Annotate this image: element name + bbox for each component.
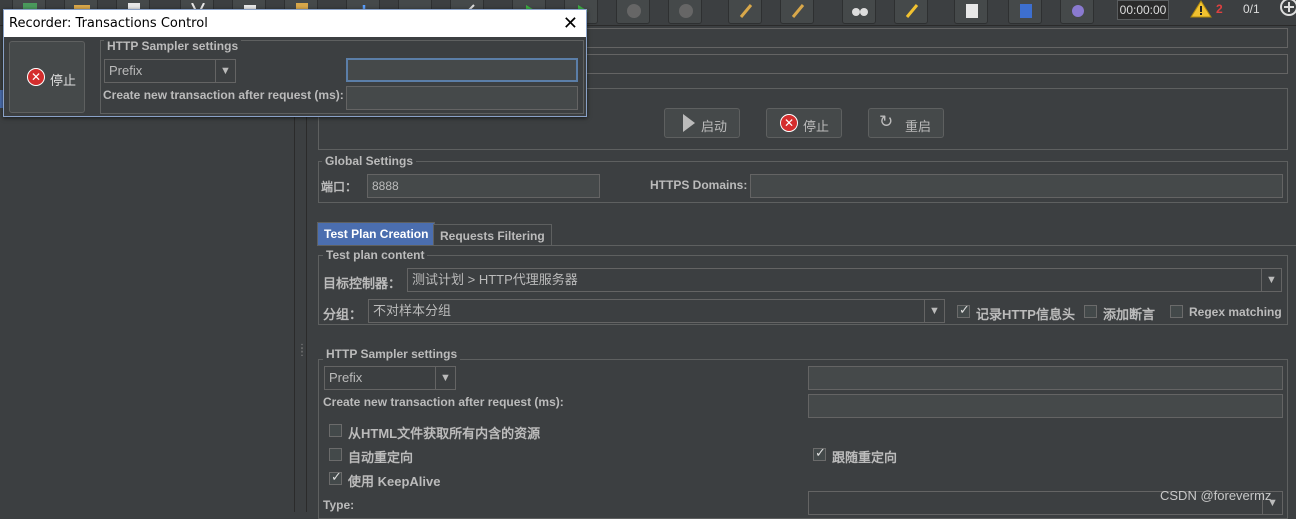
dialog-naming-scheme-select[interactable]: Prefix ▼	[104, 59, 236, 83]
target-controller-value: 测试计划 > HTTP代理服务器	[412, 272, 578, 287]
target-controller-label: 目标控制器：	[323, 276, 402, 291]
dialog-title: Recorder: Transactions Control	[9, 16, 208, 31]
transactions-control-dialog: Recorder: Transactions Control ✕ ✕ 停止 HT…	[3, 9, 587, 117]
expand-icon[interactable]	[1278, 0, 1296, 18]
auto-redirect-label: 自动重定向	[348, 450, 414, 465]
regex-matching-checkbox[interactable]	[1170, 305, 1183, 318]
clear-all-button[interactable]	[780, 0, 814, 24]
dialog-create-transaction-label: Create new transaction after request (ms…	[103, 88, 344, 102]
broom-icon	[791, 4, 805, 18]
naming-scheme-select[interactable]: Prefix ▼	[324, 366, 456, 390]
dialog-stop-label: 停止	[50, 73, 77, 88]
dialog-prefix-input[interactable]	[346, 58, 578, 82]
grouping-value: 不对样本分组	[373, 303, 452, 318]
clear-button[interactable]	[728, 0, 762, 24]
grouping-label: 分组：	[323, 307, 363, 322]
create-transaction-label: Create new transaction after request (ms…	[323, 395, 564, 409]
https-domains-input[interactable]	[750, 174, 1283, 198]
keepalive-checkbox[interactable]	[329, 469, 342, 485]
function-helper-button[interactable]	[954, 0, 988, 24]
shutdown-button[interactable]	[668, 0, 702, 24]
type-label: Type:	[323, 498, 355, 512]
follow-redirects-checkbox[interactable]	[813, 445, 826, 461]
http-sampler-settings-title: HTTP Sampler settings	[323, 347, 461, 361]
shutdown-gray-icon	[679, 4, 693, 18]
search-button[interactable]	[842, 0, 876, 24]
regex-matching-label: Regex matching	[1189, 305, 1282, 319]
broom-yellow-icon	[905, 4, 919, 18]
broom-icon	[739, 4, 753, 18]
keepalive-label: 使用 KeepAlive	[348, 474, 441, 489]
reset-search-button[interactable]	[894, 0, 928, 24]
divider-grip-icon: ⋮ ⋮	[297, 343, 307, 358]
test-plan-content-title: Test plan content	[323, 248, 428, 262]
remote-button[interactable]	[1060, 0, 1094, 24]
port-input[interactable]: 8888	[367, 174, 600, 198]
close-icon[interactable]: ✕	[563, 13, 578, 33]
dialog-stop-button[interactable]: ✕ 停止	[9, 41, 85, 113]
stop-label: 停止	[803, 119, 830, 134]
tab-underline	[317, 245, 1296, 246]
warning-count: 2	[1216, 2, 1223, 16]
help-book-icon	[1020, 4, 1032, 18]
dialog-group-title: HTTP Sampler settings	[104, 39, 242, 53]
restart-proxy-button[interactable]: ↻ 重启	[868, 108, 944, 138]
stop-icon: ✕	[27, 68, 45, 86]
tab-test-plan-creation[interactable]: Test Plan Creation	[317, 222, 436, 246]
auto-redirect-checkbox[interactable]	[329, 448, 342, 461]
start-label: 启动	[701, 119, 728, 134]
create-transaction-input[interactable]	[808, 394, 1283, 418]
target-controller-select[interactable]: 测试计划 > HTTP代理服务器 ▼	[407, 268, 1282, 292]
binoculars-icon	[852, 8, 868, 16]
elapsed-timer: 00:00:00	[1117, 0, 1169, 20]
dialog-create-transaction-input[interactable]	[346, 86, 578, 110]
warning-icon[interactable]	[1190, 0, 1212, 18]
stop-gray-icon	[627, 4, 641, 18]
restart-label: 重启	[905, 119, 932, 134]
stop-icon: ✕	[780, 114, 798, 132]
restart-icon: ↻	[879, 112, 894, 131]
port-label: 端口：	[321, 180, 358, 194]
help-button[interactable]	[1008, 0, 1042, 24]
chevron-down-icon: ▼	[435, 367, 455, 389]
play-icon	[683, 114, 695, 132]
chevron-down-icon: ▼	[1261, 269, 1281, 291]
remote-icon	[1072, 5, 1084, 17]
naming-scheme-value: Prefix	[329, 370, 363, 385]
record-headers-checkbox[interactable]	[957, 302, 970, 318]
chevron-down-icon: ▼	[215, 60, 235, 82]
global-settings-title: Global Settings	[322, 154, 417, 168]
chevron-down-icon: ▼	[924, 300, 944, 322]
follow-redirects-label: 跟随重定向	[832, 450, 898, 465]
start-proxy-button[interactable]: 启动	[664, 108, 740, 138]
tab-requests-filtering[interactable]: Requests Filtering	[433, 224, 552, 246]
add-assertions-checkbox[interactable]	[1084, 305, 1097, 318]
dialog-naming-scheme-value: Prefix	[109, 63, 143, 78]
stop-button[interactable]	[616, 0, 650, 24]
retrieve-embedded-label: 从HTML文件获取所有内含的资源	[348, 426, 541, 441]
prefix-input[interactable]	[808, 366, 1283, 390]
record-headers-label: 记录HTTP信息头	[976, 307, 1075, 322]
dialog-titlebar[interactable]: Recorder: Transactions Control ✕	[4, 10, 586, 37]
add-assertions-label: 添加断言	[1103, 307, 1156, 322]
watermark: CSDN @forevermz	[1160, 488, 1272, 503]
retrieve-embedded-checkbox[interactable]	[329, 424, 342, 437]
https-domains-label: HTTPS Domains:	[650, 178, 748, 192]
active-threads: 0/1	[1243, 2, 1260, 16]
grouping-select[interactable]: 不对样本分组 ▼	[368, 299, 945, 323]
stop-proxy-button[interactable]: ✕ 停止	[766, 108, 842, 138]
list-icon	[966, 4, 978, 18]
